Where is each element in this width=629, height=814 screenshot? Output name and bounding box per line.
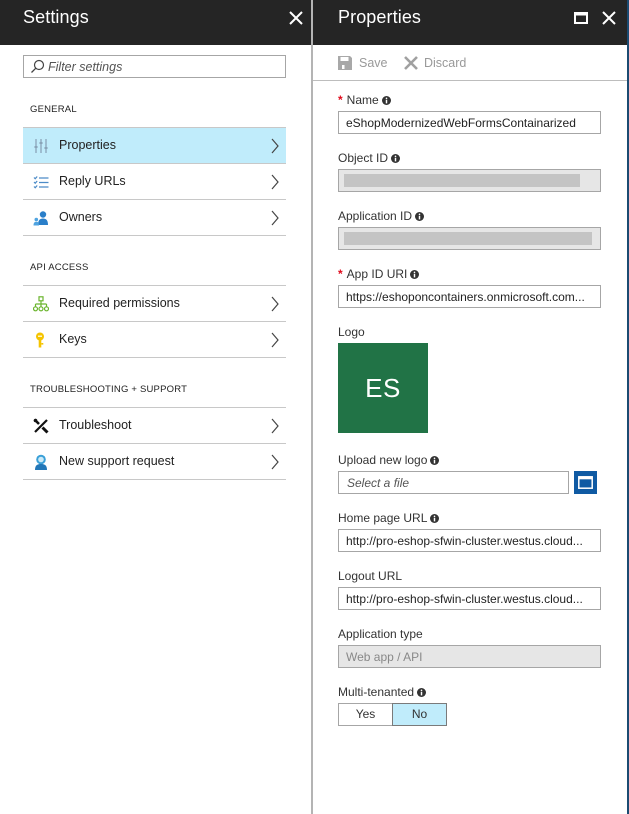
- upload-logo-label: Upload new logo: [338, 453, 440, 467]
- search-icon: [31, 59, 45, 73]
- key-icon: [36, 332, 44, 348]
- required-asterisk: *: [338, 93, 343, 107]
- info-icon: [391, 154, 401, 163]
- upload-logo-input[interactable]: Select a file: [338, 471, 569, 494]
- sidebar-item-troubleshoot[interactable]: Troubleshoot: [23, 408, 286, 444]
- redacted-value: [344, 174, 580, 187]
- close-properties-button[interactable]: [599, 8, 619, 28]
- redacted-value: [344, 232, 592, 245]
- maximize-icon: [574, 12, 588, 24]
- properties-header: Properties: [313, 0, 627, 45]
- checklist-icon: [33, 176, 49, 189]
- close-settings-button[interactable]: [286, 8, 306, 28]
- application-id-label: Application ID: [338, 209, 425, 223]
- close-icon: [602, 11, 616, 25]
- save-icon: [338, 56, 352, 70]
- sidebar-item-label: Keys: [59, 332, 87, 346]
- wrench-icon: [33, 418, 49, 434]
- logout-url-input[interactable]: http://pro-eshop-sfwin-cluster.westus.cl…: [338, 587, 601, 610]
- nav-group-troubleshooting: Troubleshoot New support request: [23, 407, 286, 480]
- properties-title: Properties: [338, 7, 422, 27]
- multi-tenanted-label: Multi-tenanted: [338, 685, 427, 699]
- chevron-right-icon: [271, 332, 279, 348]
- section-label-troubleshooting: TROUBLESHOOTING + SUPPORT: [30, 384, 188, 395]
- logout-url-label: Logout URL: [338, 569, 403, 583]
- sidebar-item-required-permissions[interactable]: Required permissions: [23, 286, 286, 322]
- sidebar-item-label: Properties: [59, 138, 116, 152]
- close-icon: [289, 11, 303, 25]
- chevron-right-icon: [271, 174, 279, 190]
- app-id-uri-input[interactable]: https://eshoponcontainers.onmicrosoft.co…: [338, 285, 601, 308]
- hierarchy-icon: [33, 296, 49, 312]
- save-label: Save: [359, 56, 388, 70]
- filter-settings-input[interactable]: [48, 57, 278, 76]
- browse-file-button[interactable]: [574, 471, 597, 494]
- properties-toolbar: Save Discard: [313, 45, 627, 81]
- section-label-general: GENERAL: [30, 104, 77, 115]
- discard-icon: [404, 56, 418, 70]
- chevron-right-icon: [271, 418, 279, 434]
- toggle-option-yes[interactable]: Yes: [338, 703, 393, 726]
- toggle-option-no[interactable]: No: [392, 703, 447, 726]
- app-id-uri-label: * App ID URI: [338, 267, 420, 281]
- sliders-icon: [34, 139, 48, 153]
- sidebar-item-keys[interactable]: Keys: [23, 322, 286, 358]
- folder-icon: [578, 476, 593, 489]
- sidebar-item-label: Owners: [59, 210, 103, 224]
- chevron-right-icon: [271, 296, 279, 312]
- name-label: * Name: [338, 93, 391, 107]
- info-icon: [381, 96, 391, 105]
- sidebar-item-label: Troubleshoot: [59, 418, 132, 432]
- sidebar-item-label: New support request: [59, 454, 175, 468]
- object-id-label: Object ID: [338, 151, 401, 165]
- settings-title: Settings: [23, 7, 89, 27]
- nav-group-api-access: Required permissions Keys: [23, 285, 286, 358]
- users-icon: [33, 211, 48, 226]
- object-id-input[interactable]: [338, 169, 601, 192]
- home-page-url-input[interactable]: http://pro-eshop-sfwin-cluster.westus.cl…: [338, 529, 601, 552]
- sidebar-item-new-support-request[interactable]: New support request: [23, 444, 286, 480]
- required-asterisk: *: [338, 267, 343, 281]
- home-page-url-label: Home page URL: [338, 511, 440, 525]
- info-icon: [415, 212, 425, 221]
- info-icon: [430, 456, 440, 465]
- nav-group-general: Properties Reply URLs Owners: [23, 127, 286, 236]
- settings-header: Settings: [0, 0, 311, 45]
- maximize-button[interactable]: [571, 8, 591, 28]
- sidebar-item-reply-urls[interactable]: Reply URLs: [23, 164, 286, 200]
- properties-blade: Properties Save Discard * Name eShopModer…: [313, 0, 629, 814]
- chevron-right-icon: [271, 210, 279, 226]
- application-id-input[interactable]: [338, 227, 601, 250]
- application-type-label: Application type: [338, 627, 423, 641]
- info-icon: [410, 270, 420, 279]
- sidebar-item-owners[interactable]: Owners: [23, 200, 286, 236]
- application-type-input[interactable]: Web app / API: [338, 645, 601, 668]
- section-label-api-access: API ACCESS: [30, 262, 89, 273]
- chevron-right-icon: [271, 138, 279, 154]
- info-icon: [430, 514, 440, 523]
- sidebar-item-label: Required permissions: [59, 296, 180, 310]
- logo-label: Logo: [338, 325, 365, 339]
- sidebar-item-properties[interactable]: Properties: [23, 128, 286, 164]
- support-person-icon: [35, 454, 47, 470]
- sidebar-item-label: Reply URLs: [59, 174, 126, 188]
- filter-settings-field[interactable]: [23, 55, 286, 78]
- discard-label: Discard: [424, 56, 467, 70]
- info-icon: [417, 688, 427, 697]
- chevron-right-icon: [271, 454, 279, 470]
- multi-tenanted-toggle: Yes No: [338, 703, 447, 726]
- app-logo: ES: [338, 343, 428, 433]
- settings-blade: Settings GENERAL Properties Reply URL: [0, 0, 311, 814]
- name-input[interactable]: eShopModernizedWebFormsContainarized: [338, 111, 601, 134]
